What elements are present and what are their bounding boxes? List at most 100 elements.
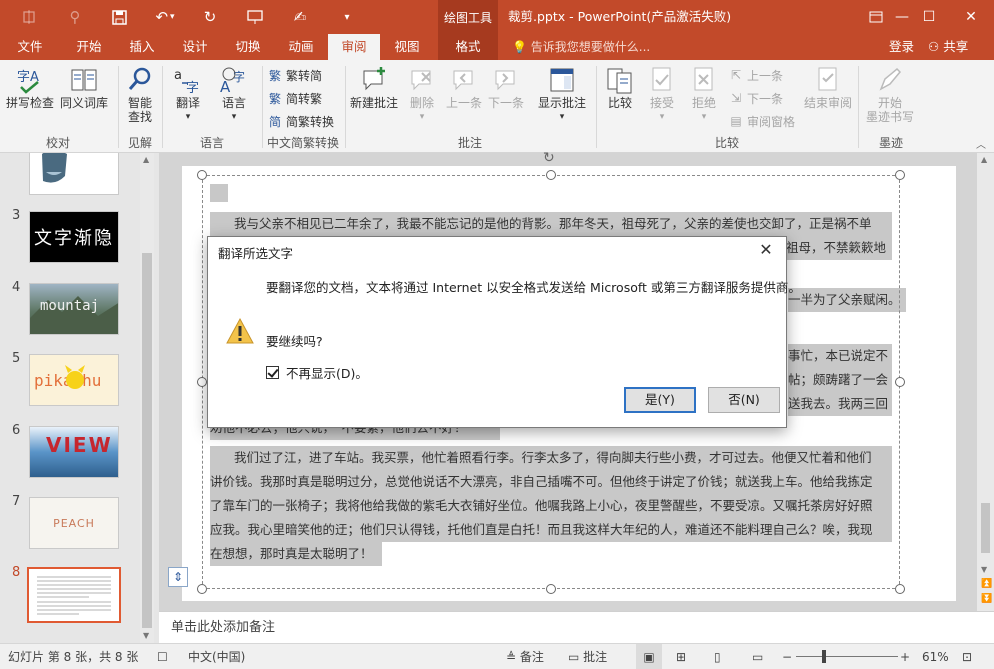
title-bar: ⚲ ↶ ▾ ↻ ✍ ▾ 绘图工具 裁剪.pptx - PowerPoint(产品激… [0,0,994,34]
slide-thumbnail-7[interactable]: PEACH [29,497,119,549]
traditional-to-simplified-button[interactable]: 繁 繁转简 [267,64,322,86]
end-review-button[interactable]: 结束审阅 [804,64,852,110]
show-comments-button[interactable]: 显示批注 ▾ [538,64,586,124]
collapse-ribbon-icon[interactable]: ︿ [976,136,986,151]
autofit-options-icon[interactable]: ⇕ [168,567,188,587]
previous-slide-icon[interactable]: ⏫ [981,579,992,589]
slide-scrollbar[interactable]: ▲ ▼ ⏫ ⏬ [977,153,994,611]
spelling-check-button[interactable]: 字A 拼写检查 [6,64,54,110]
thumbnails-scroll-thumb[interactable] [142,253,152,628]
next-slide-icon[interactable]: ⏬ [981,594,992,604]
spelling-check-icon: 字A [14,64,46,96]
tab-design[interactable]: 设计 [168,34,222,60]
touch-mode-icon[interactable] [14,0,44,34]
language-button[interactable]: A字 语言 ▾ [218,64,250,124]
spell-check-status-icon[interactable]: ☐ [157,644,168,669]
delete-comment-button[interactable]: 删除 ▾ [406,64,438,124]
no-button[interactable]: 否(N) [708,387,780,413]
format-painter-icon[interactable]: ✍ [285,0,315,34]
slide-number: 7 [12,494,21,509]
dialog-close-icon[interactable]: ✕ [754,240,778,262]
end-review-icon [812,64,844,96]
tab-insert[interactable]: 插入 [116,34,168,60]
rotate-handle-icon[interactable]: ↻ [543,150,555,166]
resize-handle[interactable] [895,170,905,180]
share-button[interactable]: ⚇ 共享 [928,34,968,60]
customize-qat-icon[interactable]: ▾ [332,0,362,34]
maximize-icon[interactable]: ☐ [906,0,952,34]
notes-toggle[interactable]: ≜ 备注 [506,644,544,669]
tab-file[interactable]: 文件 [0,34,60,60]
previous-change-button[interactable]: ⇱ 上一条 [728,64,783,86]
resize-handle[interactable] [546,170,556,180]
scroll-down-icon[interactable]: ▼ [981,565,987,574]
reading-view-icon[interactable]: ▯ [714,644,721,669]
resize-handle[interactable] [197,584,207,594]
resize-handle[interactable] [197,377,207,387]
slide-scroll-thumb[interactable] [981,503,990,553]
resize-handle[interactable] [895,584,905,594]
tab-review[interactable]: 审阅 [328,34,380,60]
zoom-in-button[interactable]: + [900,644,910,669]
group-label-ink: 墨迹 [878,136,903,150]
comments-toggle[interactable]: ▭ 批注 [568,644,607,669]
tab-transitions[interactable]: 切换 [222,34,274,60]
accept-icon [646,64,678,96]
pin-icon[interactable]: ⚲ [60,0,90,34]
reviewing-pane-button[interactable]: ▤ 审阅窗格 [728,110,795,132]
next-change-icon: ⇲ [730,91,742,105]
svg-text:a: a [174,68,182,83]
tab-animations[interactable]: 动画 [274,34,328,60]
slide-thumbnail-6[interactable]: VIEW [29,426,119,478]
fit-slide-icon[interactable]: ⊡ [962,644,972,669]
scroll-up-icon[interactable]: ▲ [981,155,987,164]
slide-thumbnail-3[interactable]: 文字渐隐 [29,211,119,263]
slide-sorter-icon[interactable]: ⊞ [676,644,686,669]
tell-me-box[interactable]: 💡 告诉我您想要做什么... [512,34,650,60]
yes-button[interactable]: 是(Y) [624,387,696,413]
notes-pane[interactable]: 单击此处添加备注 [159,611,994,643]
login-link[interactable]: 登录 [889,34,914,60]
compare-button[interactable]: 比较 [604,64,636,110]
resize-handle[interactable] [546,584,556,594]
resize-handle[interactable] [895,377,905,387]
resize-handle[interactable] [197,170,207,180]
undo-icon[interactable]: ↶ ▾ [150,0,180,34]
slide-thumbnail-5[interactable]: pikachu [29,354,119,406]
chinese-conversion-button[interactable]: 简 简繁转换 [267,110,334,132]
close-window-icon[interactable]: ✕ [948,0,994,34]
zoom-slider-thumb[interactable] [822,650,826,663]
reject-button[interactable]: 拒绝 ▾ [688,64,720,124]
scroll-up-icon[interactable]: ▲ [143,155,149,164]
thumbnails-scrollbar[interactable]: ▲ ▼ [140,153,154,643]
tab-home[interactable]: 开始 [62,34,116,60]
smart-lookup-button[interactable]: 智能 查找 [124,64,156,124]
checkbox-checked-icon[interactable] [266,366,279,379]
previous-comment-button[interactable]: 上一条 [446,64,482,110]
zoom-out-button[interactable]: − [782,644,792,669]
dont-show-again-checkbox[interactable]: 不再显示(D)。 [266,363,368,382]
scroll-down-icon[interactable]: ▼ [143,631,149,640]
accept-button[interactable]: 接受 ▾ [646,64,678,124]
start-inking-button[interactable]: 开始 墨迹书写 [866,64,914,124]
zoom-slider-track[interactable] [796,656,898,657]
translate-button[interactable]: a字 翻译 ▾ [172,64,204,124]
zoom-level[interactable]: 61% [922,644,949,669]
slide-thumbnail-8[interactable] [27,567,121,623]
language-status[interactable]: 中文(中国) [188,644,245,669]
save-icon[interactable] [104,0,134,34]
normal-view-icon[interactable]: ▣ [636,644,662,669]
slideshow-icon[interactable]: ▭ [752,644,763,669]
thesaurus-button[interactable]: 同义词库 [60,64,108,110]
tab-format[interactable]: 格式 [438,34,498,60]
simplified-to-traditional-button[interactable]: 繁 简转繁 [267,87,322,109]
tab-view[interactable]: 视图 [380,34,434,60]
slide-thumbnail-2[interactable] [29,153,119,195]
next-comment-button[interactable]: 下一条 [488,64,524,110]
next-change-button[interactable]: ⇲ 下一条 [728,87,783,109]
redo-icon[interactable]: ↻ [195,0,225,34]
slide-thumbnail-4[interactable]: mountaj [29,283,119,335]
new-comment-button[interactable]: 新建批注 [350,64,398,110]
previous-comment-icon [448,64,480,96]
from-beginning-icon[interactable] [240,0,270,34]
